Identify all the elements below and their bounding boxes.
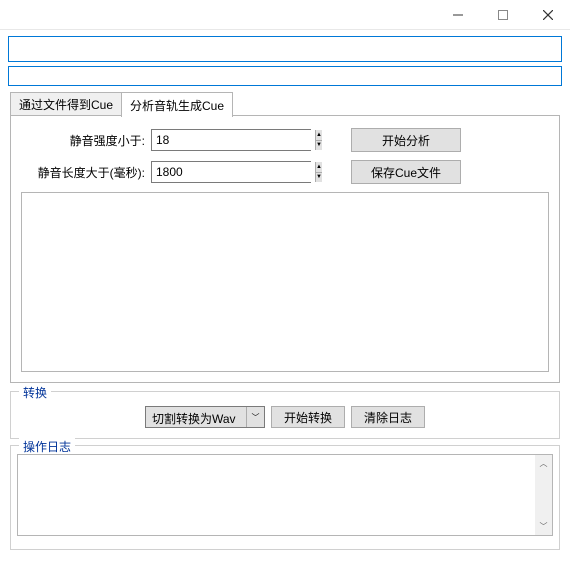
log-group: 操作日志 ︿ ﹀	[10, 445, 560, 550]
tab-file-cue[interactable]: 通过文件得到Cue	[10, 92, 122, 116]
intensity-up-icon[interactable]: ▲	[316, 130, 322, 141]
length-label: 静音长度大于(毫秒):	[21, 164, 151, 181]
tab-analyze-cue[interactable]: 分析音轨生成Cue	[121, 92, 233, 117]
length-input[interactable]	[152, 162, 315, 182]
convert-group: 转换 切割转换为Wav ﹀ 开始转换 清除日志	[10, 391, 560, 439]
start-analysis-button[interactable]: 开始分析	[351, 128, 461, 152]
intensity-label: 静音强度小于:	[21, 132, 151, 149]
top-input-2[interactable]	[8, 66, 562, 86]
convert-format-value: 切割转换为Wav	[146, 407, 246, 427]
log-scrollbar[interactable]: ︿ ﹀	[535, 455, 552, 535]
intensity-spinner[interactable]: ▲ ▼	[151, 129, 311, 151]
convert-group-label: 转换	[19, 384, 51, 401]
scroll-up-icon[interactable]: ︿	[535, 455, 552, 472]
start-convert-button[interactable]: 开始转换	[271, 406, 345, 428]
log-textarea[interactable]: ︿ ﹀	[17, 454, 553, 536]
intensity-down-icon[interactable]: ▼	[316, 141, 322, 151]
minimize-button[interactable]	[435, 0, 480, 29]
chevron-down-icon[interactable]: ﹀	[246, 407, 264, 427]
maximize-button[interactable]	[480, 0, 525, 29]
intensity-input[interactable]	[152, 130, 315, 150]
titlebar	[0, 0, 570, 30]
convert-format-combo[interactable]: 切割转换为Wav ﹀	[145, 406, 265, 428]
close-button[interactable]	[525, 0, 570, 29]
scroll-down-icon[interactable]: ﹀	[535, 518, 552, 535]
tabs-row: 通过文件得到Cue 分析音轨生成Cue	[10, 94, 560, 116]
result-area[interactable]	[21, 192, 549, 372]
clear-log-button[interactable]: 清除日志	[351, 406, 425, 428]
length-down-icon[interactable]: ▼	[316, 173, 322, 183]
length-spinner[interactable]: ▲ ▼	[151, 161, 311, 183]
length-up-icon[interactable]: ▲	[316, 162, 322, 173]
tab-content: 静音强度小于: ▲ ▼ 开始分析 静音长度大于(毫秒): ▲ ▼ 保存Cue文件	[10, 116, 560, 383]
log-group-label: 操作日志	[19, 438, 75, 455]
save-cue-button[interactable]: 保存Cue文件	[351, 160, 461, 184]
top-input-1[interactable]	[8, 36, 562, 62]
